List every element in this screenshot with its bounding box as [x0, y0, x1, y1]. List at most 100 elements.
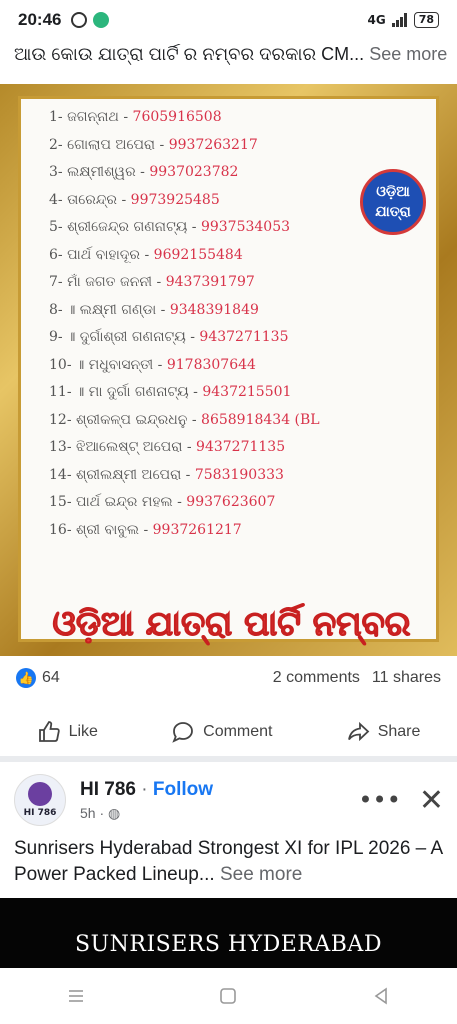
likes-count[interactable]: 64: [42, 669, 60, 687]
party-name: 11- ॥ ମା ଦୁର୍ଗା ଗଣନାଟ୍ୟ -: [49, 384, 198, 400]
app-notification-icon: [93, 12, 110, 28]
phone-number: 9178307644: [166, 356, 256, 373]
post2-controls: ••• ✕: [358, 783, 444, 818]
page-name[interactable]: HI 786: [80, 779, 136, 800]
back-icon[interactable]: [371, 986, 391, 1006]
like-label: Like: [68, 723, 98, 740]
odia-jatra-badge: ଓଡ଼ିଆ ଯାତ୍ରା: [360, 169, 426, 235]
list-row: 15- ପାର୍ଥ ଇନ୍ଦ୍ର ମହଲ - 9937623607: [49, 494, 275, 510]
thumbs-up-icon: [38, 721, 60, 742]
party-name: 4- ତାରେନ୍ଦ୍ର -: [49, 191, 127, 208]
home-icon[interactable]: [218, 986, 238, 1006]
follow-button[interactable]: Follow: [153, 779, 213, 800]
list-row: 12- ଶ୍ରୀକଳ୍ପ ଇନ୍ଦ୍ରଧନୁ - 8658918434 (BL: [49, 412, 320, 428]
list-row: 8- ॥ ଲକ୍ଷ୍ମୀ ଗଣ୍ଡା - 9348391849: [49, 302, 259, 318]
comments-count[interactable]: 2 comments: [273, 669, 360, 687]
reactions-row: 👍 64 2 comments 11 shares: [16, 668, 441, 688]
party-name: 9- ॥ ଦୁର୍ଗାଶ୍ରୀ ଗଣନାଟ୍ୟ -: [49, 329, 195, 345]
list-row: 11- ॥ ମା ଦୁର୍ଗା ଗଣନାଟ୍ୟ - 9437215501: [49, 384, 291, 400]
post-timestamp: 5h · ◍: [80, 805, 213, 822]
image-banner-text: ଓଡ଼ିଆ ଯାତ୍ରା ପାର୍ଟି ନମ୍ବର: [52, 604, 411, 645]
post-image[interactable]: 1- ଜଗନ୍ନାଥ - 7605916508 2- ଗୋଲାପ ଅପେରା - …: [0, 84, 457, 656]
post2-title-line: HI 786 · Follow: [80, 778, 214, 800]
phone-number: 7605916508: [132, 109, 222, 125]
party-name: 3- ଲକ୍ଷ୍ମୀଶ୍ୱର -: [49, 164, 145, 180]
party-name: 16- ଶ୍ରୀ ବାବୁଲ -: [49, 521, 149, 538]
globe-logo-icon: [28, 782, 52, 806]
party-name: 14- ଶ୍ରୀଲକ୍ଷ୍ମୀ ଅପେରା -: [49, 466, 191, 483]
party-name: 5- ଶ୍ରୀଜେନ୍ଦ୍ର ଗଣନାଟ୍ୟ -: [49, 219, 197, 235]
list-row: 1- ଜଗନ୍ନାଥ - 7605916508: [49, 109, 222, 125]
status-notification-icons: [71, 12, 110, 28]
phone-number: 9348391849: [169, 301, 259, 318]
feed-divider: [0, 756, 457, 762]
share-icon: [347, 721, 370, 742]
phone-number: 7583190333: [194, 466, 284, 483]
phone-number: 9437391797: [165, 274, 255, 290]
post-caption: ଆଉ କୋଉ ଯାତ୍ରା ପାର୍ଟି ର ନମ୍ବର ଦରକାର CM...…: [14, 44, 454, 65]
network-type: 4G: [367, 13, 386, 27]
comment-icon: [172, 722, 194, 743]
signal-icon: [391, 13, 407, 27]
party-name: 15- ପାର୍ଥ ଇନ୍ଦ୍ର ମହଲ -: [49, 494, 182, 510]
like-button[interactable]: Like: [37, 720, 98, 744]
more-options-icon[interactable]: •••: [358, 786, 400, 814]
share-button[interactable]: Share: [346, 720, 421, 744]
party-name: 2- ଗୋଲାପ ଅପେରା -: [49, 136, 165, 153]
list-row: 10- ॥ ମଧୁବାସନ୍ତୀ - 9178307644: [49, 357, 256, 373]
phone-number: 9437271135: [199, 329, 289, 345]
party-name: 10- ॥ ମଧୁବାସନ୍ତୀ -: [49, 356, 163, 373]
globe-privacy-icon: · ◍: [99, 804, 121, 821]
phone-number: 9437271135: [196, 439, 286, 455]
post-time: 5h: [80, 804, 96, 821]
list-row: 3- ଲକ୍ଷ୍ମୀଶ୍ୱର - 9937023782: [49, 164, 238, 180]
party-name: 6- ପାର୍ଥ ବାହାଦୂର -: [49, 246, 150, 263]
post2-image[interactable]: SUNRISERS HYDERABAD: [0, 898, 457, 968]
status-bar: 20:46 4G 78: [0, 0, 457, 40]
share-label: Share: [377, 723, 421, 740]
list-row: 13- ଝିଆଲେଷ୍ଟ୍ ଅପେରା - 9437271135: [49, 439, 285, 455]
list-row: 16- ଶ୍ରୀ ବାବୁଲ - 9937261217: [49, 522, 242, 538]
see-more-link[interactable]: See more: [369, 44, 447, 64]
phone-number: 9973925485: [130, 191, 220, 208]
status-right: 4G 78: [367, 12, 439, 28]
post2-caption: Sunrisers Hyderabad Strongest XI for IPL…: [14, 836, 444, 888]
post2-meta: HI 786 · Follow 5h · ◍: [80, 779, 213, 822]
phone-number: 9937023782: [149, 164, 239, 180]
list-row: 6- ପାର୍ଥ ବାହାଦୂର - 9692155484: [49, 247, 243, 263]
post2-see-more-link[interactable]: See more: [220, 864, 302, 885]
like-reaction-icon: 👍: [16, 668, 36, 688]
post-actions: Like Comment Share: [0, 712, 457, 752]
post2-image-text: SUNRISERS HYDERABAD: [75, 932, 382, 957]
system-nav-bar: [0, 968, 457, 1024]
page-avatar[interactable]: HI 786: [14, 774, 66, 826]
phone-number: 9937534053: [200, 219, 291, 235]
party-name: 7- ମାଁ ଜଗତ ଜନନୀ -: [49, 274, 162, 290]
close-icon[interactable]: ✕: [419, 783, 444, 818]
whatsapp-icon: [71, 12, 88, 28]
list-row: 9- ॥ ଦୁର୍ଗାଶ୍ରୀ ଗଣନାଟ୍ୟ - 9437271135: [49, 329, 288, 345]
party-name: 12- ଶ୍ରୀକଳ୍ପ ଇନ୍ଦ୍ରଧନୁ -: [49, 411, 197, 428]
phone-number: 9692155484: [153, 246, 243, 263]
list-row: 4- ତାରେନ୍ଦ୍ର - 9973925485: [49, 192, 220, 208]
phone-number: 9437215501: [202, 384, 292, 400]
list-row: 2- ଗୋଲାପ ଅପେରା - 9937263217: [49, 137, 258, 153]
list-row: 14- ଶ୍ରୀଲକ୍ଷ୍ମୀ ଅପେରା - 7583190333: [49, 467, 284, 483]
avatar-label: HI 786: [23, 808, 57, 818]
phone-number: 8658918434 (BL: [201, 411, 320, 428]
status-time: 20:46: [18, 10, 62, 29]
post-caption-text: ଆଉ କୋଉ ଯାତ୍ରା ପାର୍ଟି ର ନମ୍ବର ଦରକାର CM...: [14, 44, 365, 64]
menu-icon[interactable]: [66, 986, 86, 1006]
phone-number: 9937623607: [186, 494, 276, 510]
list-row: 7- ମାଁ ଜଗତ ଜନନୀ - 9437391797: [49, 274, 255, 290]
phone-number: 9937261217: [152, 521, 242, 538]
comment-label: Comment: [203, 723, 273, 740]
shares-count[interactable]: 11 shares: [372, 669, 441, 687]
list-row: 5- ଶ୍ରୀଜେନ୍ଦ୍ର ଗଣନାଟ୍ୟ - 9937534053: [49, 219, 290, 235]
party-name: 8- ॥ ଲକ୍ଷ୍ମୀ ଗଣ୍ଡା -: [49, 301, 166, 318]
party-name: 1- ଜଗନ୍ନାଥ -: [49, 109, 129, 125]
phone-number: 9937263217: [168, 136, 258, 153]
post2-header: HI 786 HI 786 · Follow 5h · ◍ ••• ✕: [14, 770, 444, 830]
party-name: 13- ଝିଆଲେଷ୍ଟ୍ ଅପେରା -: [49, 439, 192, 455]
comment-button[interactable]: Comment: [171, 720, 273, 744]
